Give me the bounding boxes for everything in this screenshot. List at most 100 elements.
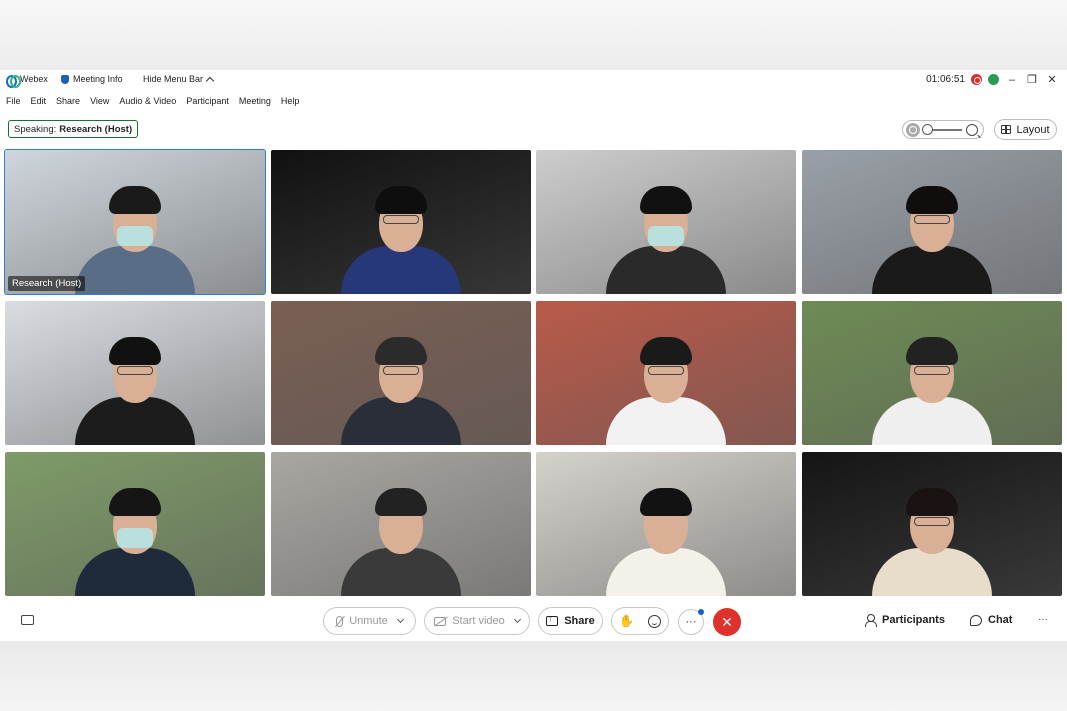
participant-hair	[109, 186, 161, 214]
participant-body	[872, 246, 992, 294]
participant-hair	[640, 488, 692, 516]
overflow-menu-button[interactable]: ···	[1038, 614, 1048, 625]
participant-body	[872, 397, 992, 445]
participant-figure	[75, 476, 195, 596]
recording-icon[interactable]	[971, 74, 982, 85]
menu-share[interactable]: Share	[56, 96, 80, 106]
close-icon: ✕	[721, 613, 733, 630]
hide-menu-bar-button[interactable]: Hide Menu Bar	[143, 74, 215, 85]
participant-video-tile[interactable]	[271, 150, 531, 294]
zoom-slider[interactable]	[922, 123, 962, 135]
meeting-info-button[interactable]: Meeting Info	[61, 74, 123, 84]
participant-figure	[75, 325, 195, 445]
participant-video-tile[interactable]	[802, 452, 1062, 596]
share-screen-icon	[546, 613, 559, 626]
participant-figure	[872, 174, 992, 294]
glasses	[117, 366, 153, 375]
participant-video-tile[interactable]	[802, 301, 1062, 445]
participant-body	[872, 548, 992, 596]
participants-icon	[865, 614, 877, 627]
app-name: Webex	[20, 74, 48, 84]
minimize-button[interactable]: –	[1005, 74, 1019, 86]
speaking-indicator: Speaking: Research (Host)	[8, 120, 139, 138]
unmute-button[interactable]: Unmute	[323, 607, 416, 635]
participant-hair	[906, 186, 958, 214]
zoom-out-icon[interactable]	[906, 122, 920, 137]
start-video-button[interactable]: Start video	[424, 607, 530, 635]
participant-video-tile[interactable]	[5, 301, 265, 445]
participant-figure	[872, 476, 992, 596]
chevron-up-icon	[205, 76, 215, 85]
title-bar: Webex Meeting Info Hide Menu Bar 01:06:5…	[0, 70, 1067, 90]
menu-file[interactable]: File	[6, 96, 21, 106]
participant-hair	[109, 488, 161, 516]
background-top	[0, 0, 1067, 70]
participant-hair	[375, 337, 427, 365]
chevron-down-icon[interactable]	[396, 615, 404, 624]
participant-name-label: Research (Host)	[8, 276, 86, 291]
zoom-slider-knob[interactable]	[922, 123, 933, 135]
participant-body	[75, 397, 195, 445]
app-brand: Webex	[6, 74, 48, 88]
participant-video-tile[interactable]: Research (Host)	[4, 149, 266, 295]
reactions-icon[interactable]	[647, 614, 661, 628]
participant-figure	[606, 476, 726, 596]
participants-button[interactable]: Participants	[865, 614, 945, 627]
participant-hair	[906, 488, 958, 516]
participant-video-tile[interactable]	[271, 452, 531, 596]
chat-label: Chat	[988, 614, 1013, 626]
speaking-name: Research (Host)	[59, 123, 133, 135]
chat-button[interactable]: Chat	[970, 614, 1012, 626]
restore-button[interactable]: ❐	[1025, 73, 1039, 86]
participant-hair	[640, 186, 692, 214]
title-bar-right: 01:06:51 – ❐ ✕	[926, 73, 1059, 87]
menu-help[interactable]: Help	[281, 96, 300, 106]
webex-logo-icon	[6, 74, 21, 88]
layout-label: Layout	[1016, 123, 1050, 136]
layout-button[interactable]: Layout	[994, 119, 1057, 140]
mic-muted-icon	[336, 615, 344, 627]
share-button[interactable]: Share	[538, 607, 603, 635]
glasses	[914, 366, 950, 375]
menu-edit[interactable]: Edit	[31, 96, 47, 106]
glasses	[914, 517, 950, 526]
video-off-icon	[434, 616, 447, 626]
background-bottom	[0, 641, 1067, 711]
leave-meeting-button[interactable]: ✕	[713, 608, 741, 636]
participant-body	[75, 246, 195, 294]
raise-hand-icon[interactable]: ✋	[619, 614, 634, 628]
glasses	[383, 215, 419, 224]
participant-video-tile[interactable]	[536, 452, 796, 596]
menu-audio-video[interactable]: Audio & Video	[119, 96, 176, 106]
meeting-timer: 01:06:51	[926, 74, 965, 85]
participant-figure	[75, 174, 195, 294]
participant-video-tile[interactable]	[536, 301, 796, 445]
video-grid: Research (Host)	[4, 149, 1062, 596]
participant-video-tile[interactable]	[5, 452, 265, 596]
network-status-icon[interactable]	[988, 74, 999, 85]
participant-body	[341, 548, 461, 596]
captions-icon[interactable]	[21, 615, 34, 625]
participant-hair	[109, 337, 161, 365]
participant-body	[606, 548, 726, 596]
chevron-down-icon[interactable]	[513, 615, 521, 624]
face-mask	[117, 528, 153, 548]
menu-view[interactable]: View	[90, 96, 109, 106]
menu-participant[interactable]: Participant	[186, 96, 229, 106]
zoom-in-icon[interactable]	[966, 123, 978, 136]
participant-video-tile[interactable]	[802, 150, 1062, 294]
more-options-label: ···	[685, 616, 697, 628]
webex-window: Webex Meeting Info Hide Menu Bar 01:06:5…	[0, 70, 1067, 641]
glasses	[914, 215, 950, 224]
unmute-label: Unmute	[349, 615, 388, 627]
participant-video-tile[interactable]	[271, 301, 531, 445]
participant-video-tile[interactable]	[536, 150, 796, 294]
participant-hair	[375, 488, 427, 516]
notification-dot	[698, 609, 704, 615]
participant-body	[341, 246, 461, 294]
menu-meeting[interactable]: Meeting	[239, 96, 271, 106]
meeting-info-label: Meeting Info	[73, 74, 123, 84]
participant-hair	[640, 337, 692, 365]
participant-figure	[341, 325, 461, 445]
close-window-button[interactable]: ✕	[1045, 73, 1059, 86]
